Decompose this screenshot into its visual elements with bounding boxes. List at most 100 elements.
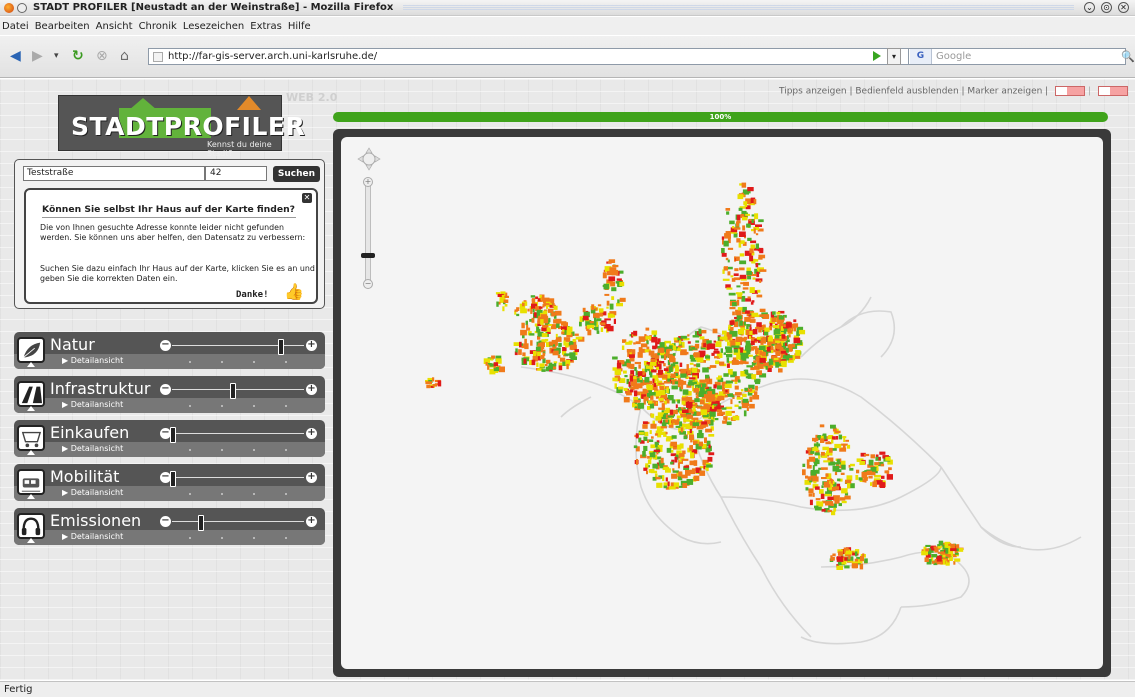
building-cell[interactable] — [751, 374, 757, 378]
building-cell[interactable] — [831, 436, 836, 440]
building-cell[interactable] — [750, 244, 756, 249]
menu-chronik[interactable]: Chronik — [139, 21, 177, 32]
building-cell[interactable] — [743, 336, 748, 340]
building-cell[interactable] — [646, 471, 648, 475]
building-cell[interactable] — [562, 347, 567, 352]
building-cell[interactable] — [723, 240, 729, 247]
building-cell[interactable] — [880, 463, 885, 467]
building-cell[interactable] — [613, 318, 616, 324]
building-cell[interactable] — [662, 475, 665, 481]
building-cell[interactable] — [530, 308, 533, 314]
forward-icon[interactable]: ▶ — [32, 48, 43, 64]
building-cell[interactable] — [660, 457, 664, 464]
building-cell[interactable] — [819, 501, 824, 507]
building-cell[interactable] — [885, 456, 891, 461]
building-cell[interactable] — [524, 343, 529, 350]
building-cell[interactable] — [824, 493, 832, 497]
building-cell[interactable] — [705, 378, 710, 382]
building-cell[interactable] — [870, 466, 877, 471]
building-cell[interactable] — [870, 482, 873, 486]
building-cell[interactable] — [554, 310, 562, 316]
building-cell[interactable] — [582, 315, 589, 321]
top-links-text[interactable]: Tipps anzeigen | Bedienfeld ausblenden |… — [779, 87, 1048, 97]
building-cell[interactable] — [608, 276, 616, 282]
building-cell[interactable] — [808, 488, 814, 494]
building-cell[interactable] — [650, 470, 658, 474]
building-cell[interactable] — [840, 443, 848, 446]
building-cell[interactable] — [736, 397, 743, 400]
building-cell[interactable] — [663, 368, 669, 371]
building-cell[interactable] — [657, 348, 665, 353]
building-cell[interactable] — [711, 405, 715, 409]
building-cell[interactable] — [575, 336, 583, 340]
building-cell[interactable] — [548, 341, 553, 346]
building-cell[interactable] — [708, 434, 715, 437]
building-cell[interactable] — [729, 306, 736, 310]
building-cell[interactable] — [537, 298, 541, 302]
building-cell[interactable] — [731, 395, 735, 398]
building-cell[interactable] — [522, 302, 525, 307]
menu-bearbeiten[interactable]: Bearbeiten — [35, 21, 90, 32]
building-cell[interactable] — [553, 363, 557, 367]
building-cell[interactable] — [726, 421, 732, 426]
detail-view-link[interactable]: ▶ Detailansicht — [62, 488, 123, 497]
building-cell[interactable] — [675, 404, 678, 409]
building-cell[interactable] — [674, 419, 679, 425]
building-cell[interactable] — [654, 433, 658, 436]
building-cell[interactable] — [728, 292, 736, 296]
building-cell[interactable] — [645, 327, 650, 331]
building-cell[interactable] — [669, 409, 674, 415]
building-cell[interactable] — [838, 551, 844, 556]
history-dropdown-icon[interactable]: ▾ — [54, 48, 59, 64]
back-icon[interactable]: ◀ — [10, 48, 21, 64]
building-cell[interactable] — [722, 330, 727, 335]
building-cell[interactable] — [658, 397, 664, 401]
building-cell[interactable] — [655, 476, 661, 480]
building-cell[interactable] — [498, 366, 505, 373]
building-cell[interactable] — [692, 335, 699, 338]
building-cell[interactable] — [530, 295, 536, 298]
building-cell[interactable] — [540, 342, 545, 347]
building-cell[interactable] — [692, 422, 700, 427]
building-cell[interactable] — [742, 216, 748, 221]
building-cell[interactable] — [721, 248, 725, 254]
building-cell[interactable] — [827, 509, 832, 513]
building-cell[interactable] — [779, 338, 786, 341]
window-menu-icon[interactable] — [17, 2, 27, 13]
building-cell[interactable] — [426, 384, 431, 389]
building-cell[interactable] — [672, 470, 679, 473]
building-cell[interactable] — [522, 352, 526, 357]
building-cell[interactable] — [665, 431, 668, 435]
building-cell[interactable] — [727, 247, 734, 250]
building-cell[interactable] — [748, 354, 753, 357]
building-cell[interactable] — [746, 270, 752, 276]
building-cell[interactable] — [731, 410, 735, 414]
building-cell[interactable] — [678, 345, 683, 348]
building-cell[interactable] — [670, 373, 676, 379]
building-cell[interactable] — [808, 456, 816, 462]
building-cell[interactable] — [612, 377, 618, 382]
building-cell[interactable] — [649, 403, 655, 409]
building-cell[interactable] — [807, 447, 812, 451]
building-cell[interactable] — [652, 463, 658, 469]
building-cell[interactable] — [937, 551, 945, 554]
building-cell[interactable] — [561, 321, 567, 326]
collapse-arrow-icon[interactable] — [27, 538, 35, 543]
building-cell[interactable] — [730, 275, 734, 278]
building-cell[interactable] — [660, 465, 664, 469]
building-cell[interactable] — [742, 398, 749, 403]
building-cell[interactable] — [848, 554, 851, 560]
slider-handle[interactable] — [170, 427, 176, 443]
building-cell[interactable] — [705, 428, 712, 433]
building-cell[interactable] — [874, 462, 880, 466]
building-cell[interactable] — [628, 363, 635, 369]
building-cell[interactable] — [634, 390, 638, 397]
building-cell[interactable] — [540, 319, 544, 325]
building-cell[interactable] — [726, 354, 733, 358]
building-cell[interactable] — [751, 274, 757, 277]
slider-handle[interactable] — [230, 383, 237, 399]
building-cell[interactable] — [743, 321, 746, 326]
building-cell[interactable] — [741, 295, 746, 302]
building-cell[interactable] — [829, 478, 833, 481]
building-cell[interactable] — [806, 465, 812, 469]
